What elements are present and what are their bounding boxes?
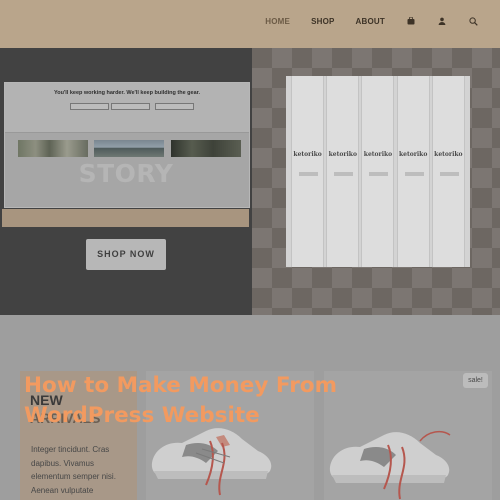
shelf-bottle: ketoriko (396, 76, 430, 267)
overlay-article-title: How to Make Money From WordPress Website (24, 373, 337, 428)
hero-image-panel: ketoriko ketoriko ketoriko ketoriko keto… (252, 48, 500, 315)
promo-body: Integer tincidunt. Cras dapibus. Vivamus… (31, 445, 116, 495)
shelf-brand-label: ketoriko (293, 151, 322, 158)
hero-left-panel: You'll keep working harder. We'll keep b… (0, 48, 252, 315)
embedded-button (70, 103, 109, 110)
shelf-bottle: ketoriko (431, 76, 465, 267)
shelf-brand-label: ketoriko (328, 151, 357, 158)
shelf-brand-sublabel (404, 172, 424, 176)
main-nav: HOME SHOP ABOUT (244, 16, 478, 26)
shelf-bottle: ketoriko (326, 76, 360, 267)
shelf-brand-label: ketoriko (363, 151, 393, 158)
nav-shop[interactable]: SHOP (311, 17, 334, 26)
sale-badge: sale! (463, 373, 488, 388)
embedded-button (155, 103, 194, 110)
site-header: HOME SHOP ABOUT (0, 0, 500, 48)
nav-home[interactable]: HOME (265, 17, 290, 26)
embedded-tagline: You'll keep working harder. We'll keep b… (53, 90, 201, 96)
hero-story-heading: STORY (78, 159, 174, 188)
embedded-thumbnail (18, 140, 88, 157)
embedded-thumbnail (171, 140, 241, 157)
embedded-button (111, 103, 150, 110)
shelf-brand-sublabel (369, 172, 389, 176)
shelf-brand-sublabel (334, 172, 354, 176)
search-icon[interactable] (468, 16, 478, 26)
hero-accent-band (2, 209, 249, 227)
nav-about[interactable]: ABOUT (356, 17, 385, 26)
bag-icon[interactable] (406, 16, 416, 26)
embedded-thumbnail (94, 140, 164, 157)
shelf-brand-label: ketoriko (434, 151, 463, 158)
shop-now-button[interactable]: SHOP NOW (86, 239, 166, 270)
embedded-screenshot: You'll keep working harder. We'll keep b… (4, 82, 250, 208)
shelf-bottle: ketoriko (291, 76, 325, 267)
shelf-bottle: ketoriko (361, 76, 395, 267)
product-shelf-image: ketoriko ketoriko ketoriko ketoriko keto… (286, 76, 470, 267)
embedded-banner: You'll keep working harder. We'll keep b… (5, 83, 249, 133)
shelf-brand-sublabel (299, 172, 319, 176)
user-icon[interactable] (437, 16, 447, 26)
shelf-brand-sublabel (439, 172, 459, 176)
shelf-brand-label: ketoriko (398, 151, 428, 158)
